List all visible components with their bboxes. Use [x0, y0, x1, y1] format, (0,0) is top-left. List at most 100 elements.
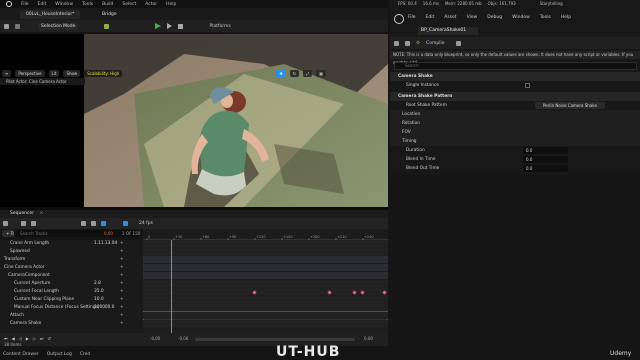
browse-icon[interactable] [15, 23, 20, 29]
magnet-icon[interactable] [123, 221, 128, 226]
skip-start-icon[interactable]: ⏮ [4, 336, 8, 341]
track-value[interactable]: 35.0 [94, 288, 104, 295]
add-key-icon[interactable]: + [120, 272, 124, 279]
save-sequence-icon[interactable] [3, 221, 8, 226]
step-icon[interactable] [167, 23, 173, 29]
compile-icon[interactable]: ⚙ [416, 41, 420, 46]
view-end[interactable]: -0,00 [178, 336, 188, 341]
prev-key-icon[interactable]: ◀ [12, 336, 15, 341]
bp-save-icon[interactable] [394, 40, 399, 46]
add-key-icon[interactable]: + [120, 312, 124, 319]
track-row[interactable]: Manual Focus Distance (Focus Settings) 10… [0, 304, 143, 311]
view-start[interactable]: -0,00 [150, 336, 160, 341]
lit-button[interactable]: Lit [48, 69, 60, 77]
next-key-icon[interactable]: ▷ [33, 336, 36, 341]
track-lane[interactable] [143, 280, 388, 287]
save-icon[interactable] [4, 23, 9, 29]
track-lane[interactable] [143, 264, 388, 271]
float-field[interactable]: 0.0 [523, 165, 568, 172]
track-lane[interactable] [143, 296, 388, 303]
add-key-icon[interactable]: + [120, 304, 124, 311]
track-row[interactable]: Current Aperture 2.8 + [0, 280, 143, 287]
float-field[interactable]: 0.0 [523, 156, 568, 163]
menu-file[interactable]: File [21, 2, 29, 7]
bp-menu-asset[interactable]: Asset [444, 15, 456, 23]
track-area[interactable]: CameraRig_Crane BP_CameraShake01_C [143, 240, 388, 333]
details-row[interactable]: Blend Out Time 0.0 [390, 164, 640, 173]
add-key-icon[interactable]: + [120, 264, 124, 271]
track-value[interactable]: 10.0 [94, 296, 104, 303]
play-reverse-icon[interactable]: ◁ [19, 336, 22, 341]
add-key-icon[interactable]: + [120, 248, 124, 255]
timeline-scrollbar[interactable] [195, 338, 355, 341]
track-lane[interactable] [143, 248, 388, 255]
platforms-button[interactable]: Platforms [209, 24, 230, 29]
key-icon[interactable] [91, 221, 96, 226]
details-row[interactable]: Timing [390, 137, 640, 146]
compile-button[interactable]: Compile [426, 41, 444, 46]
track-row[interactable]: Transform + [0, 256, 143, 263]
track-lane[interactable] [143, 272, 388, 279]
skip-end-icon[interactable]: ⏭ [40, 336, 44, 341]
menu-select[interactable]: Select [122, 2, 136, 7]
track-row[interactable]: Current Focal Length 35.0 + [0, 288, 143, 295]
details-row[interactable]: Duration 0.0 [390, 146, 640, 155]
details-row[interactable]: Camera Shake Pattern [390, 92, 640, 101]
bp-browse-icon[interactable] [405, 40, 410, 46]
bp-menu-file[interactable]: File [408, 15, 416, 23]
camera-icon[interactable] [21, 221, 26, 226]
bp-menu-edit[interactable]: Edit [426, 15, 435, 23]
add-key-icon[interactable]: + [120, 280, 124, 287]
track-lane[interactable] [143, 320, 388, 327]
tab-level[interactable]: 00LvL_HouseInterior* [20, 10, 81, 19]
track-lane[interactable] [143, 240, 388, 247]
bp-menu-debug[interactable]: Debug [487, 15, 502, 23]
add-key-icon[interactable]: + [120, 320, 124, 327]
details-row[interactable]: Camera Shake [390, 72, 640, 81]
add-key-icon[interactable]: + [120, 256, 124, 263]
search-tracks-input[interactable]: Search Tracks [14, 230, 138, 237]
content-drawer-button[interactable]: Content Drawer [3, 352, 39, 357]
track-row[interactable]: Custom Near Clipping Plane 10.0 + [0, 296, 143, 303]
close-icon[interactable]: × [39, 211, 43, 216]
cmd-input[interactable]: Cmd [80, 352, 90, 357]
bp-menu-help[interactable]: Help [561, 15, 571, 23]
tab-bp-camerashake[interactable]: BP_CameraShake01 [418, 27, 478, 35]
playhead[interactable] [171, 240, 172, 333]
level-viewport[interactable]: ≡ Perspective Lit Show Scalability: High… [0, 34, 388, 207]
output-log-button[interactable]: Output Log [47, 352, 72, 357]
play-icon[interactable] [155, 23, 162, 29]
track-lane[interactable] [143, 304, 388, 311]
menu-build[interactable]: Build [102, 2, 113, 7]
loop-icon[interactable]: ↺ [48, 336, 51, 341]
bp-menu-view[interactable]: View [467, 15, 478, 23]
shake-pattern-select[interactable]: Perlin Noise Camera Shake Pattern [535, 102, 605, 115]
tab-sequencer[interactable]: Sequencer [10, 211, 34, 216]
float-field[interactable]: 0.0 [523, 147, 568, 154]
track-row[interactable]: Crane Arm Length 1.11.13.04 + [0, 240, 143, 247]
track-value[interactable]: 100000.0 [94, 304, 115, 311]
track-lane[interactable] [143, 288, 388, 295]
play-forward-icon[interactable]: ▶ [26, 336, 29, 341]
snap-icon[interactable]: ▦ [316, 69, 327, 77]
track-row[interactable]: CameraComponent + [0, 272, 143, 279]
track-row[interactable]: Camera Shake + [0, 320, 143, 327]
snap-toggle-icon[interactable] [101, 221, 106, 226]
bp-menu-window[interactable]: Window [512, 15, 530, 23]
add-icon[interactable] [104, 23, 110, 29]
perspective-button[interactable]: Perspective [15, 69, 45, 77]
details-row[interactable]: Root Shake Pattern Perlin Noise Camera Sh… [390, 101, 640, 115]
track-value[interactable]: 1.11.13.04 [94, 240, 117, 247]
tab-bridge[interactable]: Bridge [96, 10, 123, 19]
gizmo-move-icon[interactable]: ✥ [276, 69, 286, 77]
track-row[interactable]: Spawned + [0, 248, 143, 255]
fps-select[interactable]: 24 fps [139, 221, 153, 226]
menu-actor[interactable]: Actor [145, 2, 157, 7]
details-row[interactable]: Single Instance [390, 81, 640, 90]
show-button[interactable]: Show [63, 69, 81, 77]
track-row[interactable]: Cine Camera Actor + [0, 264, 143, 271]
details-row[interactable]: FOV [390, 128, 640, 137]
settings-icon[interactable] [81, 221, 86, 226]
render-icon[interactable] [31, 221, 36, 226]
track-row[interactable]: Attach + [0, 312, 143, 319]
